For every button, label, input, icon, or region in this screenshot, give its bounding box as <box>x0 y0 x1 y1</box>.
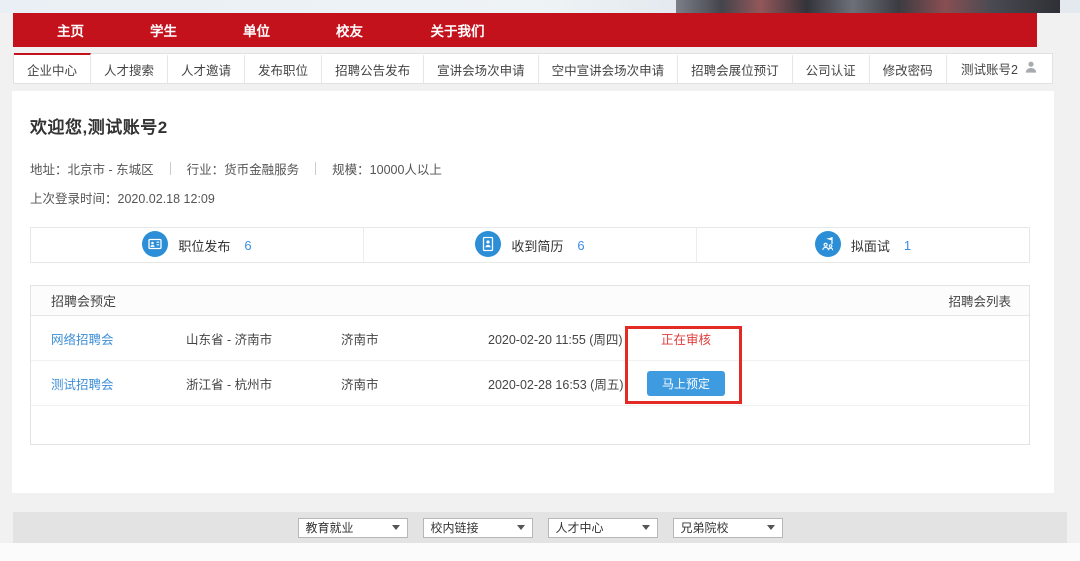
user-account-name: 测试账号2 <box>961 59 1018 78</box>
chevron-down-icon <box>642 525 650 530</box>
welcome-title: 欢迎您,测试账号2 <box>30 113 1054 138</box>
stat-value: 6 <box>244 238 251 253</box>
divider <box>170 162 171 175</box>
tab-talent-invite[interactable]: 人才邀请 <box>168 54 245 83</box>
status-under-review: 正在审核 <box>661 329 711 348</box>
fair-city: 济南市 <box>341 374 488 393</box>
nav-item-employers[interactable]: 单位 <box>229 20 284 40</box>
nav-item-alumni[interactable]: 校友 <box>322 20 377 40</box>
fair-status-cell: 正在审核 <box>626 329 746 348</box>
main-content: 欢迎您,测试账号2 地址：北京市 - 东城区 行业：货币金融服务 规模：1000… <box>12 91 1054 493</box>
fair-region: 浙江省 - 杭州市 <box>186 374 341 393</box>
dropdown-label: 校内链接 <box>431 519 479 536</box>
dropdown-partner-schools[interactable]: 兄弟院校 <box>673 518 783 538</box>
fair-city: 济南市 <box>341 329 488 348</box>
user-account[interactable]: 测试账号2 <box>961 54 1052 83</box>
book-now-button[interactable]: 马上预定 <box>647 371 725 396</box>
job-post-icon <box>142 231 168 260</box>
tab-change-password[interactable]: 修改密码 <box>870 54 947 83</box>
primary-navbar: 主页 学生 单位 校友 关于我们 <box>13 13 1037 47</box>
nav-item-students[interactable]: 学生 <box>136 20 191 40</box>
tab-online-info-session-apply[interactable]: 空中宣讲会场次申请 <box>539 54 679 83</box>
fair-status-cell: 马上预定 <box>626 371 746 396</box>
job-fair-bookings-card: 招聘会预定 招聘会列表 网络招聘会 山东省 - 济南市 济南市 2020-02-… <box>30 285 1030 445</box>
tab-job-fair-booth-booking[interactable]: 招聘会展位预订 <box>678 54 793 83</box>
tab-post-job[interactable]: 发布职位 <box>245 54 322 83</box>
fair-name-link[interactable]: 网络招聘会 <box>41 329 186 348</box>
divider <box>315 162 316 175</box>
tab-company-verification[interactable]: 公司认证 <box>793 54 870 83</box>
table-row: 网络招聘会 山东省 - 济南市 济南市 2020-02-20 11:55 (周四… <box>31 316 1029 361</box>
banner-photo <box>676 0 1060 13</box>
interview-icon <box>815 231 841 260</box>
stat-value: 6 <box>577 238 584 253</box>
chevron-down-icon <box>392 525 400 530</box>
industry-info: 行业：货币金融服务 <box>187 159 300 178</box>
secondary-tabbar: 企业中心 人才搜索 人才邀请 发布职位 招聘公告发布 宣讲会场次申请 空中宣讲会… <box>13 53 1053 84</box>
resume-icon <box>475 231 501 260</box>
stat-label: 拟面试 <box>851 236 890 255</box>
scale-info: 规模：10000人以上 <box>332 159 442 178</box>
dropdown-education-employment[interactable]: 教育就业 <box>298 518 408 538</box>
stat-value: 1 <box>904 238 911 253</box>
dropdown-campus-links[interactable]: 校内链接 <box>423 518 533 538</box>
dropdown-talent-center[interactable]: 人才中心 <box>548 518 658 538</box>
tab-info-session-apply[interactable]: 宣讲会场次申请 <box>424 54 539 83</box>
chevron-down-icon <box>767 525 775 530</box>
tab-recruit-announcement[interactable]: 招聘公告发布 <box>322 54 424 83</box>
tab-talent-search[interactable]: 人才搜索 <box>91 54 168 83</box>
tab-enterprise-center[interactable]: 企业中心 <box>14 53 91 83</box>
fair-name-link[interactable]: 测试招聘会 <box>41 374 186 393</box>
job-fair-card-header: 招聘会预定 招聘会列表 <box>31 286 1029 316</box>
stats-strip: 职位发布 6 收到简历 6 拟面试 1 <box>30 227 1030 263</box>
stat-label: 职位发布 <box>178 236 230 255</box>
top-banner <box>0 0 1080 13</box>
user-icon <box>1024 60 1038 77</box>
dropdown-label: 兄弟院校 <box>681 519 729 536</box>
last-login-line: 上次登录时间：2020.02.18 12:09 <box>30 188 1054 207</box>
job-fair-card-title: 招聘会预定 <box>51 291 116 310</box>
job-fair-list-link[interactable]: 招聘会列表 <box>948 291 1011 310</box>
stat-job-posts[interactable]: 职位发布 6 <box>31 228 363 262</box>
fair-region: 山东省 - 济南市 <box>186 329 341 348</box>
fair-time: 2020-02-28 16:53 (周五) <box>488 374 626 393</box>
address-info: 地址：北京市 - 东城区 <box>30 159 154 178</box>
stat-planned-interviews[interactable]: 拟面试 1 <box>696 228 1029 262</box>
company-info-line: 地址：北京市 - 东城区 行业：货币金融服务 规模：10000人以上 <box>30 159 1054 178</box>
nav-item-about[interactable]: 关于我们 <box>415 20 500 40</box>
fair-time: 2020-02-20 11:55 (周四) <box>488 329 626 348</box>
stat-resumes-received[interactable]: 收到简历 6 <box>363 228 696 262</box>
dropdown-label: 教育就业 <box>306 519 354 536</box>
chevron-down-icon <box>517 525 525 530</box>
nav-item-home[interactable]: 主页 <box>43 20 98 40</box>
footer-bar: 教育就业 校内链接 人才中心 兄弟院校 <box>13 512 1067 543</box>
bottom-strip <box>0 543 1080 561</box>
dropdown-label: 人才中心 <box>556 519 604 536</box>
stat-label: 收到简历 <box>511 236 563 255</box>
table-row: 测试招聘会 浙江省 - 杭州市 济南市 2020-02-28 16:53 (周五… <box>31 361 1029 406</box>
